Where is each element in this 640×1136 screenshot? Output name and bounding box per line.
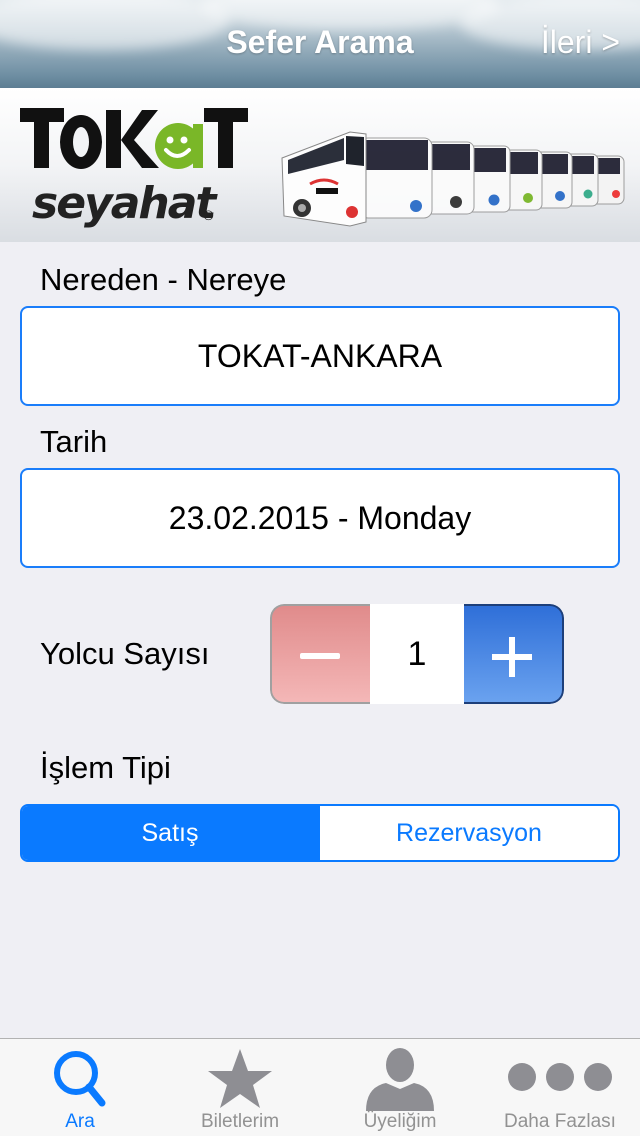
more-icon [508, 1063, 612, 1091]
forward-button[interactable]: İleri > [541, 24, 620, 61]
tab-search[interactable]: Ara [0, 1039, 160, 1136]
search-icon [54, 1051, 106, 1107]
segment-reservation[interactable]: Rezervasyon [320, 806, 618, 860]
star-icon [208, 1049, 272, 1108]
passenger-stepper: 1 [270, 604, 564, 704]
minus-button[interactable] [270, 604, 370, 704]
transaction-type-segmented-control: Satış Rezervasyon [20, 804, 620, 862]
passenger-count-value: 1 [370, 604, 464, 704]
logo-graphic: seyahat ® [20, 108, 248, 229]
tab-label: Ara [65, 1111, 95, 1132]
tab-label: Daha Fazlası [504, 1111, 616, 1132]
person-icon [366, 1048, 434, 1111]
tab-label: Üyeliğim [363, 1111, 437, 1132]
bus-fleet-image [281, 131, 625, 227]
svg-text:®: ® [202, 209, 215, 224]
date-field[interactable]: 23.02.2015 - Monday [20, 468, 620, 568]
plus-button[interactable] [464, 604, 564, 704]
route-field[interactable]: TOKAT-ANKARA [20, 306, 620, 406]
tab-membership[interactable]: Üyeliğim [320, 1039, 480, 1136]
date-label: Tarih [40, 424, 108, 459]
tab-more[interactable]: Daha Fazlası [480, 1039, 640, 1136]
route-label: Nereden - Nereye [40, 262, 287, 297]
svg-text:seyahat: seyahat [32, 178, 218, 229]
tokat-seyahat-logo: seyahat ® [18, 102, 258, 232]
navigation-bar: Sefer Arama İleri > [0, 0, 640, 88]
tab-label: Biletlerim [200, 1111, 280, 1132]
segment-sales[interactable]: Satış [22, 806, 320, 860]
brand-banner: seyahat ® [0, 88, 640, 242]
tab-bar: Ara Biletlerim Üyeliğim Daha Fazlası [0, 1038, 640, 1136]
passenger-count-label: Yolcu Sayısı [40, 636, 210, 671]
tab-tickets[interactable]: Biletlerim [160, 1039, 320, 1136]
transaction-type-label: İşlem Tipi [40, 750, 171, 785]
